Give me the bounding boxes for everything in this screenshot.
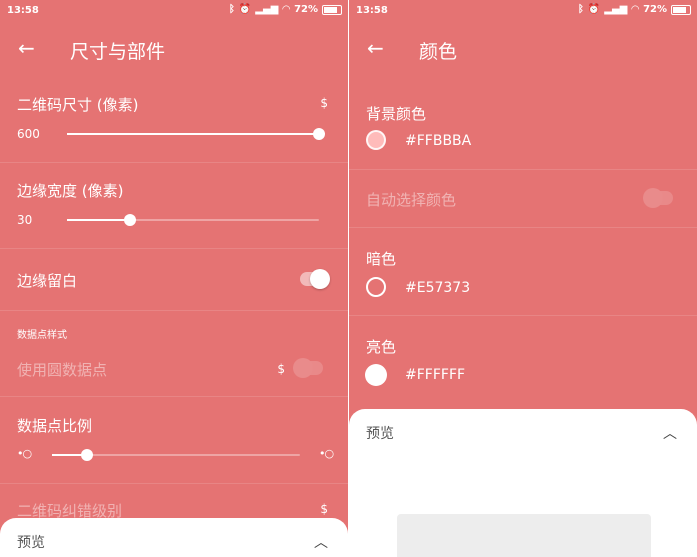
dot-style-section-header: 数据点样式 bbox=[17, 330, 67, 341]
qr-size-slider[interactable] bbox=[67, 128, 325, 140]
preview-label: 预览 bbox=[17, 535, 45, 551]
margin-width-slider[interactable] bbox=[67, 214, 319, 226]
preview-sheet[interactable]: 预览 ︿ bbox=[0, 518, 348, 557]
dark-color-swatch[interactable] bbox=[366, 277, 386, 297]
colors-screen: 13:58 ᛒ ⏰ ▂▄▆ ◠ 72% ← 颜色 背景颜色 #FFBBBA 自动… bbox=[349, 0, 697, 557]
margin-blank-label: 边缘留白 bbox=[17, 272, 78, 290]
light-color-label: 亮色 bbox=[366, 338, 397, 356]
background-color-swatch[interactable] bbox=[366, 130, 386, 150]
status-time: 13:58 bbox=[356, 5, 388, 16]
alarm-icon: ⏰ bbox=[587, 4, 601, 15]
page-title: 尺寸与部件 bbox=[70, 41, 166, 63]
margin-width-value: 30 bbox=[17, 213, 33, 227]
status-icons: ᛒ ⏰ ▂▄▆ ◠ 72% bbox=[229, 4, 342, 15]
app-bar: ← 颜色 bbox=[349, 22, 697, 76]
bluetooth-icon: ᛒ bbox=[577, 4, 584, 15]
premium-marker: $ bbox=[320, 502, 328, 516]
qr-preview-image bbox=[397, 514, 651, 557]
qr-size-value: 600 bbox=[17, 127, 40, 141]
back-arrow-icon[interactable]: ← bbox=[367, 36, 384, 60]
divider bbox=[349, 315, 697, 316]
bluetooth-icon: ᛒ bbox=[228, 4, 235, 15]
alarm-icon: ⏰ bbox=[238, 4, 252, 15]
battery-percent: 72% bbox=[294, 4, 318, 15]
dot-ratio-slider-thumb[interactable] bbox=[80, 449, 93, 461]
chevron-up-icon[interactable]: ︿ bbox=[663, 423, 677, 443]
switch-knob bbox=[293, 358, 313, 378]
back-arrow-icon[interactable]: ← bbox=[18, 36, 35, 60]
light-color-hex: #FFFFFF bbox=[405, 367, 466, 383]
background-color-label: 背景颜色 bbox=[366, 105, 427, 123]
size-components-screen: 13:58 ᛒ ⏰ ▂▄▆ ◠ 72% ← 尺寸与部件 二维码尺寸 (像素) $… bbox=[0, 0, 348, 557]
light-color-swatch[interactable] bbox=[365, 364, 387, 386]
battery-icon bbox=[322, 4, 342, 15]
divider bbox=[0, 483, 348, 484]
margin-width-label: 边缘宽度 (像素) bbox=[17, 182, 124, 200]
dot-ratio-label: 数据点比例 bbox=[17, 417, 93, 435]
divider bbox=[349, 169, 697, 170]
margin-width-slider-fill bbox=[67, 219, 130, 221]
divider bbox=[0, 310, 348, 311]
auto-color-label: 自动选择颜色 bbox=[366, 191, 457, 209]
small-dots-icon: •○ bbox=[17, 447, 32, 460]
qr-size-slider-fill bbox=[67, 133, 319, 135]
preview-label: 预览 bbox=[366, 426, 394, 442]
status-time: 13:58 bbox=[7, 5, 39, 16]
auto-color-switch[interactable] bbox=[643, 188, 673, 208]
divider bbox=[0, 162, 348, 163]
large-dots-icon: •○ bbox=[319, 447, 334, 460]
page-title: 颜色 bbox=[419, 41, 458, 63]
qr-size-slider-thumb[interactable] bbox=[313, 128, 325, 140]
dark-color-label: 暗色 bbox=[366, 250, 397, 268]
round-dots-switch[interactable] bbox=[293, 358, 323, 378]
chevron-up-icon[interactable]: ︿ bbox=[314, 532, 328, 552]
background-color-hex: #FFBBBA bbox=[405, 133, 472, 149]
dark-color-hex: #E57373 bbox=[405, 280, 471, 296]
status-bar: 13:58 ᛒ ⏰ ▂▄▆ ◠ 72% bbox=[0, 0, 348, 22]
margin-width-slider-thumb[interactable] bbox=[124, 214, 136, 226]
signal-icon: ▂▄▆ bbox=[604, 4, 628, 15]
divider bbox=[0, 396, 348, 397]
wifi-icon: ◠ bbox=[282, 4, 291, 15]
switch-knob bbox=[310, 269, 330, 289]
qr-size-label: 二维码尺寸 (像素) bbox=[17, 96, 139, 114]
divider bbox=[349, 227, 697, 228]
divider bbox=[0, 248, 348, 249]
battery-percent: 72% bbox=[643, 4, 667, 15]
signal-icon: ▂▄▆ bbox=[255, 4, 279, 15]
status-icons: ᛒ ⏰ ▂▄▆ ◠ 72% bbox=[578, 4, 691, 15]
preview-sheet[interactable]: 预览 ︿ bbox=[349, 409, 697, 557]
dot-ratio-slider[interactable] bbox=[52, 449, 300, 461]
premium-marker: $ bbox=[277, 362, 285, 376]
status-bar: 13:58 ᛒ ⏰ ▂▄▆ ◠ 72% bbox=[349, 0, 697, 22]
app-bar: ← 尺寸与部件 bbox=[0, 22, 348, 76]
battery-icon bbox=[671, 4, 691, 15]
wifi-icon: ◠ bbox=[631, 4, 640, 15]
switch-knob bbox=[643, 188, 663, 208]
premium-marker: $ bbox=[320, 96, 328, 110]
margin-blank-switch[interactable] bbox=[300, 269, 330, 289]
